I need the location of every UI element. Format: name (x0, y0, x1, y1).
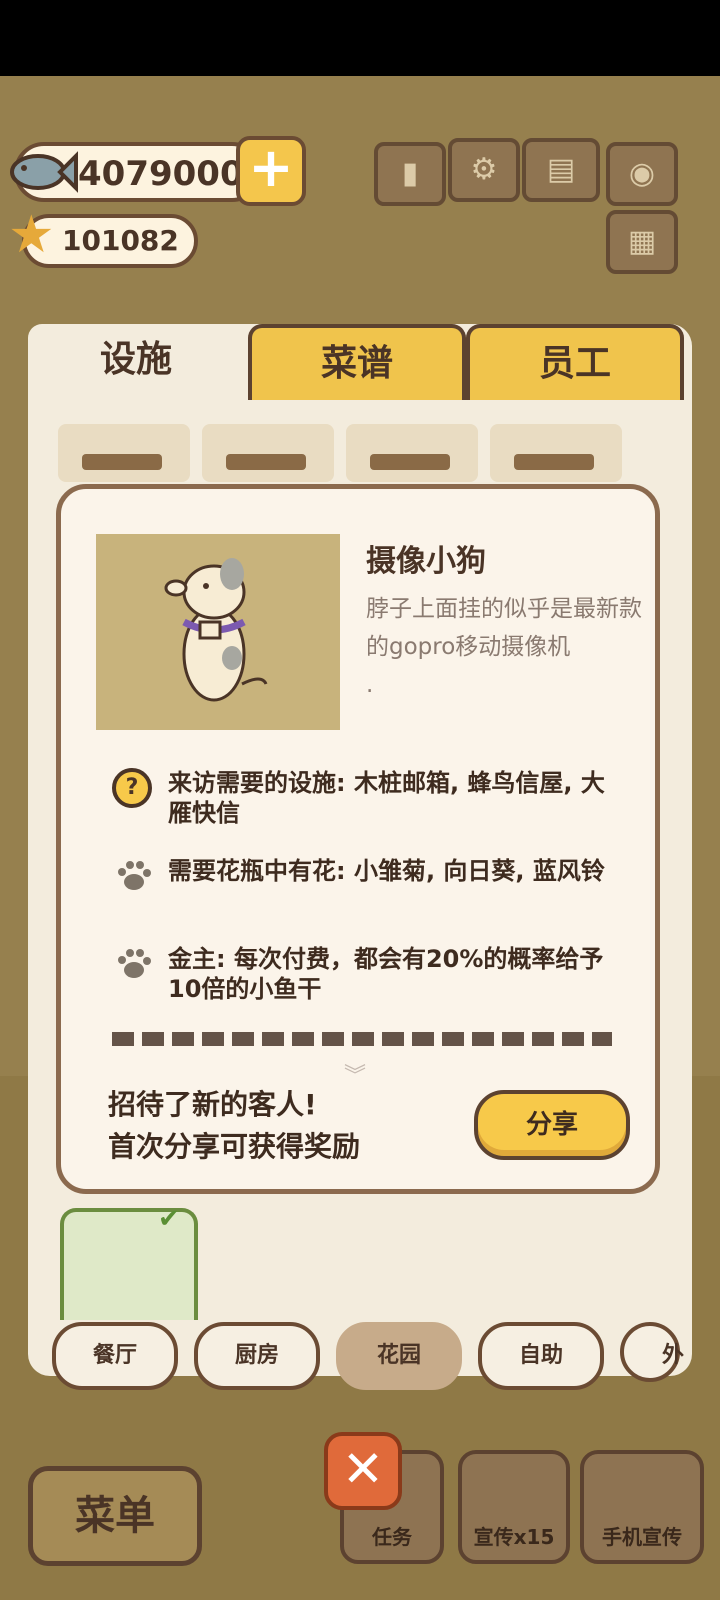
recruit-message: 招待了新的客人! 首次分享可获得奖励 (108, 1084, 360, 1168)
category-outdoor[interactable]: 外 (620, 1322, 684, 1382)
promo-button[interactable]: 宣传x15 (458, 1450, 570, 1564)
facility-item[interactable] (58, 424, 190, 482)
phone-promo-label: 手机宣传 (602, 1525, 682, 1549)
guest-name: 摄像小狗 (366, 544, 486, 579)
guest-description: 脖子上面挂的似乎是最新款的gopro移动摄像机 . (366, 590, 646, 704)
promo-label: 宣传x15 (473, 1525, 555, 1549)
guest-description-tail: . (366, 672, 374, 698)
recruit-line-2: 首次分享可获得奖励 (108, 1130, 361, 1163)
requirement-text: 金主: 每次付费，都会有20%的概率给予10倍的小鱼干 (168, 945, 604, 1003)
guest-description-text: 脖子上面挂的似乎是最新款的gopro移动摄像机 (366, 596, 642, 660)
requirement-row-truncated (112, 1032, 632, 1046)
paw-icon (112, 944, 152, 984)
facility-item[interactable] (202, 424, 334, 482)
fish-coin-value: 4079000 (78, 154, 244, 194)
tab-recipes[interactable]: 菜谱 (248, 324, 466, 400)
tab-staff[interactable]: 员工 (466, 324, 684, 400)
requirement-text: 需要花瓶中有花: 小雏菊, 向日葵, 蓝风铃 (168, 857, 605, 885)
task-label: 任务 (372, 1525, 412, 1549)
category-buffet[interactable]: 自助 (478, 1322, 604, 1390)
share-button[interactable]: 分享 (474, 1090, 630, 1160)
star-value: 101082 (62, 224, 179, 257)
recruit-line-1: 招待了新的客人! (108, 1088, 317, 1121)
star-icon: ★ (8, 205, 55, 265)
paw-icon (112, 856, 152, 896)
category-restaurant[interactable]: 餐厅 (52, 1322, 178, 1390)
category-garden[interactable]: 花园 (336, 1322, 462, 1390)
question-icon: ? (112, 768, 152, 808)
leaderboard-icon[interactable]: ▮ (374, 142, 446, 206)
facility-item[interactable] (490, 424, 622, 482)
status-bar (0, 0, 720, 76)
guest-portrait (96, 534, 340, 730)
requirement-text: 来访需要的设施: 木桩邮箱, 蜂鸟信屋, 大雁快信 (168, 769, 605, 827)
owned-check-icon: ✔ (158, 1204, 180, 1234)
category-kitchen[interactable]: 厨房 (194, 1322, 320, 1390)
facility-item[interactable] (346, 424, 478, 482)
recipe-book-icon[interactable]: ▤ (522, 138, 600, 202)
fish-icon (8, 146, 78, 198)
settings-gear-icon[interactable]: ⚙ (448, 138, 520, 202)
camera-icon[interactable]: ◉ (606, 142, 678, 206)
close-icon[interactable]: ✕ (324, 1432, 402, 1510)
menu-button[interactable]: 菜单 (28, 1466, 202, 1566)
add-coins-button[interactable]: + (236, 136, 306, 206)
notebook-icon[interactable]: ▦ (606, 210, 678, 274)
tab-facilities[interactable]: 设施 (28, 324, 244, 396)
phone-promo-button[interactable]: 手机宣传 (580, 1450, 704, 1564)
